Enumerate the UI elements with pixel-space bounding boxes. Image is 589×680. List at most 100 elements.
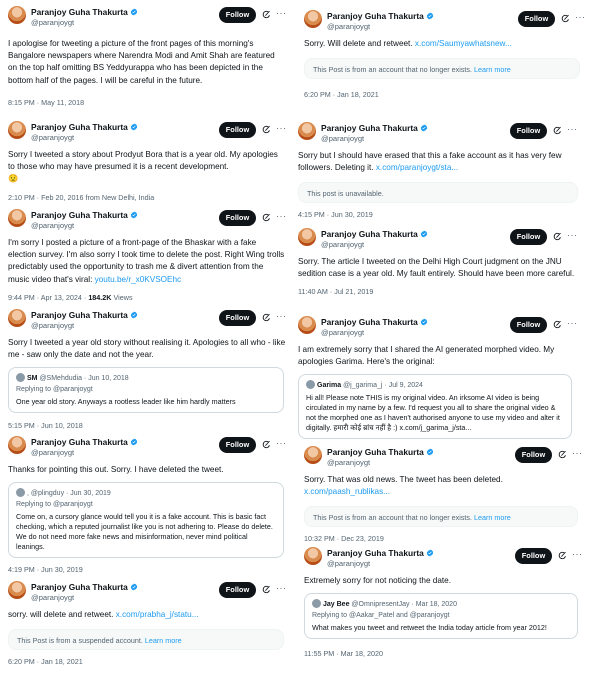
follow-button[interactable]: Follow [510, 317, 547, 333]
author-name[interactable]: Paranjoy Guha Thakurta [31, 122, 128, 132]
learn-more-link[interactable]: Learn more [145, 636, 182, 645]
author-name[interactable]: Paranjoy Guha Thakurta [31, 7, 128, 17]
grok-icon[interactable] [558, 450, 567, 459]
post-timestamp[interactable]: 6:20 PM · Jan 18, 2021 [304, 90, 589, 99]
author-handle[interactable]: @paranjoygt [31, 448, 74, 457]
author-handle[interactable]: @paranjoygt [31, 18, 74, 27]
author-name[interactable]: Paranjoy Guha Thakurta [31, 582, 128, 592]
avatar[interactable] [8, 209, 26, 227]
more-options-icon[interactable]: ··· [276, 123, 287, 133]
post-timestamp[interactable]: 5:15 PM · Jun 10, 2018 [8, 421, 290, 430]
post-timestamp[interactable]: 11:55 PM · Mar 18, 2020 [304, 649, 589, 658]
author-handle[interactable]: @paranjoygt [321, 240, 364, 249]
avatar[interactable] [8, 436, 26, 454]
more-options-icon[interactable]: ··· [567, 318, 578, 328]
post-card[interactable]: Paranjoy Guha Thakurta @paranjoygt Follo… [304, 446, 589, 543]
author-name[interactable]: Paranjoy Guha Thakurta [31, 437, 128, 447]
post-link[interactable]: x.com/prabha_j/statu... [116, 610, 199, 619]
quoted-post[interactable]: Garima @j_garima_j · Jul 9, 2024 Hi all!… [298, 374, 572, 440]
author-name[interactable]: Paranjoy Guha Thakurta [327, 548, 424, 558]
follow-button[interactable]: Follow [510, 123, 547, 139]
more-options-icon[interactable]: ··· [276, 8, 287, 18]
post-timestamp[interactable]: 9:44 PM · Apr 13, 2024 · 184.2K Views [8, 293, 290, 302]
post-timestamp[interactable]: 6:20 PM · Jan 18, 2021 [8, 657, 290, 666]
quoted-post[interactable]: SM @SMehdudia · Jun 10, 2018 Replying to… [8, 367, 284, 414]
more-options-icon[interactable]: ··· [567, 124, 578, 134]
post-link[interactable]: youtu.be/r_x0KVSOEhc [95, 275, 181, 284]
post-card[interactable]: Paranjoy Guha Thakurta @paranjoygt Follo… [298, 316, 589, 440]
post-timestamp[interactable]: 8:15 PM · May 11, 2018 [8, 98, 290, 107]
author-handle[interactable]: @paranjoygt [31, 133, 74, 142]
avatar[interactable] [8, 121, 26, 139]
avatar[interactable] [298, 316, 316, 334]
author-handle[interactable]: @paranjoygt [327, 559, 370, 568]
post-timestamp[interactable]: 10:32 PM · Dec 23, 2019 [304, 534, 589, 543]
follow-button[interactable]: Follow [219, 122, 256, 138]
author-handle[interactable]: @paranjoygt [321, 134, 364, 143]
follow-button[interactable]: Follow [219, 310, 256, 326]
more-options-icon[interactable]: ··· [276, 583, 287, 593]
more-options-icon[interactable]: ··· [575, 12, 586, 22]
more-options-icon[interactable]: ··· [572, 549, 583, 559]
follow-button[interactable]: Follow [515, 548, 552, 564]
author-handle[interactable]: @paranjoygt [31, 593, 74, 602]
avatar[interactable] [8, 309, 26, 327]
grok-icon[interactable] [553, 232, 562, 241]
author-handle[interactable]: @paranjoygt [31, 321, 74, 330]
avatar[interactable] [8, 581, 26, 599]
follow-button[interactable]: Follow [219, 210, 256, 226]
grok-icon[interactable] [262, 585, 271, 594]
post-timestamp[interactable]: 2:10 PM · Feb 20, 2016 from New Delhi, I… [8, 193, 290, 202]
post-card[interactable]: Paranjoy Guha Thakurta @paranjoygt Follo… [298, 122, 589, 219]
author-name[interactable]: Paranjoy Guha Thakurta [321, 229, 418, 239]
post-timestamp[interactable]: 4:15 PM · Jun 30, 2019 [298, 210, 589, 219]
author-handle[interactable]: @paranjoygt [327, 458, 370, 467]
more-options-icon[interactable]: ··· [567, 230, 578, 240]
post-card[interactable]: Paranjoy Guha Thakurta @paranjoygt Follo… [8, 6, 290, 107]
author-handle[interactable]: @paranjoygt [327, 22, 370, 31]
quoted-post[interactable]: Jay Bee @OmnipresentJay · Mar 18, 2020 R… [304, 593, 578, 640]
author-handle[interactable]: @paranjoygt [31, 221, 74, 230]
post-link[interactable]: x.com/paranjoygt/sta... [376, 163, 458, 172]
author-name[interactable]: Paranjoy Guha Thakurta [321, 317, 418, 327]
post-link[interactable]: x.com/Saumyawhatsnew... [415, 39, 512, 48]
post-card[interactable]: Paranjoy Guha Thakurta @paranjoygt Follo… [8, 209, 290, 302]
grok-icon[interactable] [262, 313, 271, 322]
grok-icon[interactable] [262, 213, 271, 222]
follow-button[interactable]: Follow [510, 229, 547, 245]
grok-icon[interactable] [558, 551, 567, 560]
avatar[interactable] [304, 547, 322, 565]
learn-more-link[interactable]: Learn more [474, 65, 511, 74]
grok-icon[interactable] [262, 125, 271, 134]
post-card[interactable]: Paranjoy Guha Thakurta @paranjoygt Follo… [8, 581, 290, 666]
quoted-post[interactable]: , @plingduy · Jun 30, 2019 Replying to @… [8, 482, 284, 559]
author-name[interactable]: Paranjoy Guha Thakurta [321, 123, 418, 133]
avatar[interactable] [304, 10, 322, 28]
more-options-icon[interactable]: ··· [276, 311, 287, 321]
follow-button[interactable]: Follow [219, 437, 256, 453]
more-options-icon[interactable]: ··· [572, 448, 583, 458]
post-card[interactable]: Paranjoy Guha Thakurta @paranjoygt Follo… [304, 10, 589, 99]
post-timestamp[interactable]: 11:40 AM · Jul 21, 2019 [298, 287, 589, 296]
post-link[interactable]: x.com/paash_rublikas... [304, 487, 390, 496]
author-name[interactable]: Paranjoy Guha Thakurta [31, 210, 128, 220]
learn-more-link[interactable]: Learn more [474, 513, 511, 522]
avatar[interactable] [8, 6, 26, 24]
grok-icon[interactable] [262, 440, 271, 449]
grok-icon[interactable] [262, 10, 271, 19]
grok-icon[interactable] [553, 126, 562, 135]
author-name[interactable]: Paranjoy Guha Thakurta [327, 447, 424, 457]
post-card[interactable]: Paranjoy Guha Thakurta @paranjoygt Follo… [298, 228, 589, 296]
post-card[interactable]: Paranjoy Guha Thakurta @paranjoygt Follo… [8, 121, 290, 202]
follow-button[interactable]: Follow [219, 582, 256, 598]
post-card[interactable]: Paranjoy Guha Thakurta @paranjoygt Follo… [8, 309, 290, 430]
post-timestamp[interactable]: 4:19 PM · Jun 30, 2019 [8, 565, 290, 574]
grok-icon[interactable] [553, 320, 562, 329]
grok-icon[interactable] [561, 14, 570, 23]
author-handle[interactable]: @paranjoygt [321, 328, 364, 337]
avatar[interactable] [304, 446, 322, 464]
follow-button[interactable]: Follow [518, 11, 555, 27]
avatar[interactable] [298, 228, 316, 246]
follow-button[interactable]: Follow [515, 447, 552, 463]
author-name[interactable]: Paranjoy Guha Thakurta [31, 310, 128, 320]
